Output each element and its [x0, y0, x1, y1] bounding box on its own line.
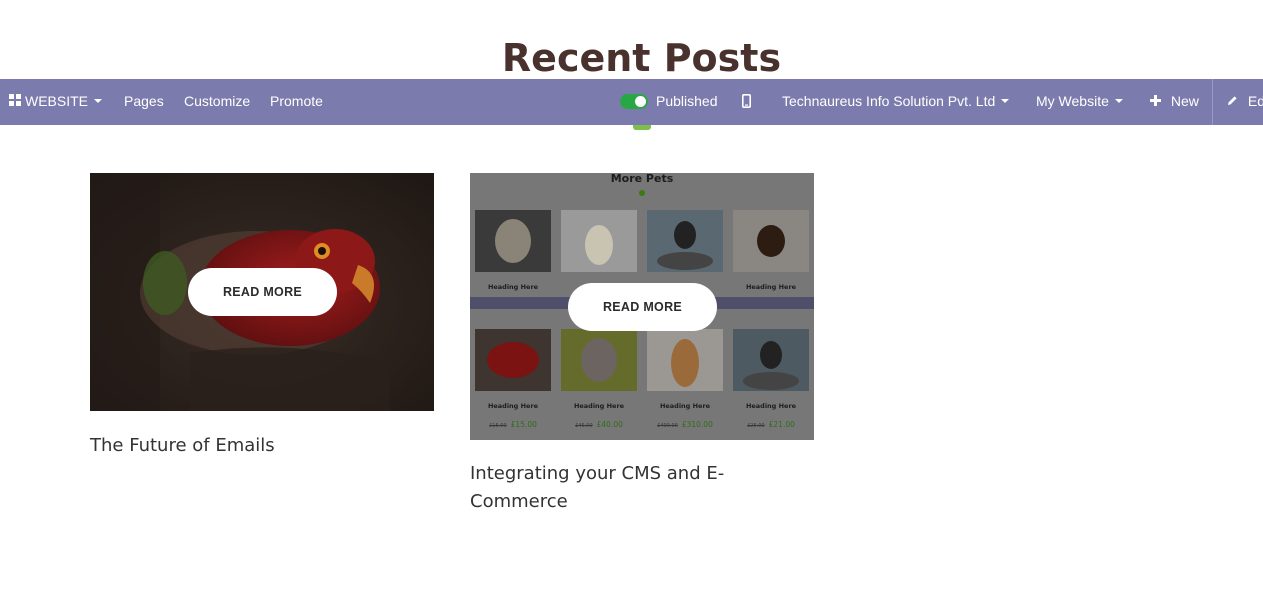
pencil-icon — [1227, 93, 1248, 109]
post-cover-image[interactable]: More Pets Heading Here Heading Here Head… — [470, 173, 814, 440]
preview-heading: Heading Here — [745, 283, 797, 291]
read-more-button[interactable]: READ MORE — [188, 268, 337, 316]
published-label: Published — [656, 93, 718, 109]
chevron-down-icon — [94, 99, 103, 104]
plus-icon — [1150, 93, 1171, 109]
blog-post-card: READ MORE The Future of Emails — [90, 173, 434, 460]
publish-toggle[interactable]: Published — [620, 79, 718, 125]
chevron-down-icon — [1001, 99, 1010, 104]
preview-price: £400.00 £310.00 — [657, 420, 713, 429]
post-cover-image[interactable]: READ MORE — [90, 173, 434, 411]
page: Recent Posts WEBSITE Pages Customize Pro… — [0, 0, 1263, 592]
blog-post-card: More Pets Heading Here Heading Here Head… — [470, 173, 814, 516]
post-title[interactable]: Integrating your CMS and E-Commerce — [470, 460, 730, 516]
promote-menu[interactable]: Promote — [270, 79, 323, 125]
website-menu-label: WEBSITE — [25, 93, 89, 109]
customize-menu[interactable]: Customize — [184, 79, 250, 125]
edit-label: Edit — [1247, 93, 1263, 109]
new-button[interactable]: New — [1150, 79, 1199, 125]
preview-price: £25.00 £21.00 — [747, 420, 795, 429]
preview-heading: Heading Here — [487, 402, 539, 410]
preview-price: £15.00 £15.00 — [489, 420, 537, 429]
preview-heading: Heading Here — [659, 402, 711, 410]
website-menu[interactable]: WEBSITE — [9, 79, 103, 125]
toggle-switch[interactable] — [620, 93, 648, 109]
preview-price: £45.00 £40.00 — [575, 420, 623, 429]
chevron-down-icon — [1114, 99, 1123, 104]
company-label: Technaureus Info Solution Pvt. Ltd — [782, 93, 996, 109]
mobile-preview-button[interactable] — [742, 79, 752, 125]
new-label: New — [1170, 93, 1199, 109]
website-switcher[interactable]: My Website — [1036, 79, 1123, 125]
company-switcher[interactable]: Technaureus Info Solution Pvt. Ltd — [782, 79, 1010, 125]
preview-heading: Heading Here — [745, 402, 797, 410]
pages-menu[interactable]: Pages — [124, 79, 164, 125]
read-more-button[interactable]: READ MORE — [568, 283, 717, 331]
preview-title: More Pets — [610, 173, 674, 185]
admin-navbar: WEBSITE Pages Customize Promote Publishe… — [0, 79, 1263, 125]
post-title[interactable]: The Future of Emails — [90, 432, 434, 460]
section-title: Recent Posts — [501, 36, 782, 80]
edit-button[interactable]: Edit — [1212, 79, 1263, 125]
my-website-label: My Website — [1036, 93, 1109, 109]
mobile-icon — [742, 93, 752, 109]
preview-heading: Heading Here — [573, 402, 625, 410]
apps-grid-icon — [9, 79, 21, 123]
preview-heading: Heading Here — [487, 283, 539, 291]
